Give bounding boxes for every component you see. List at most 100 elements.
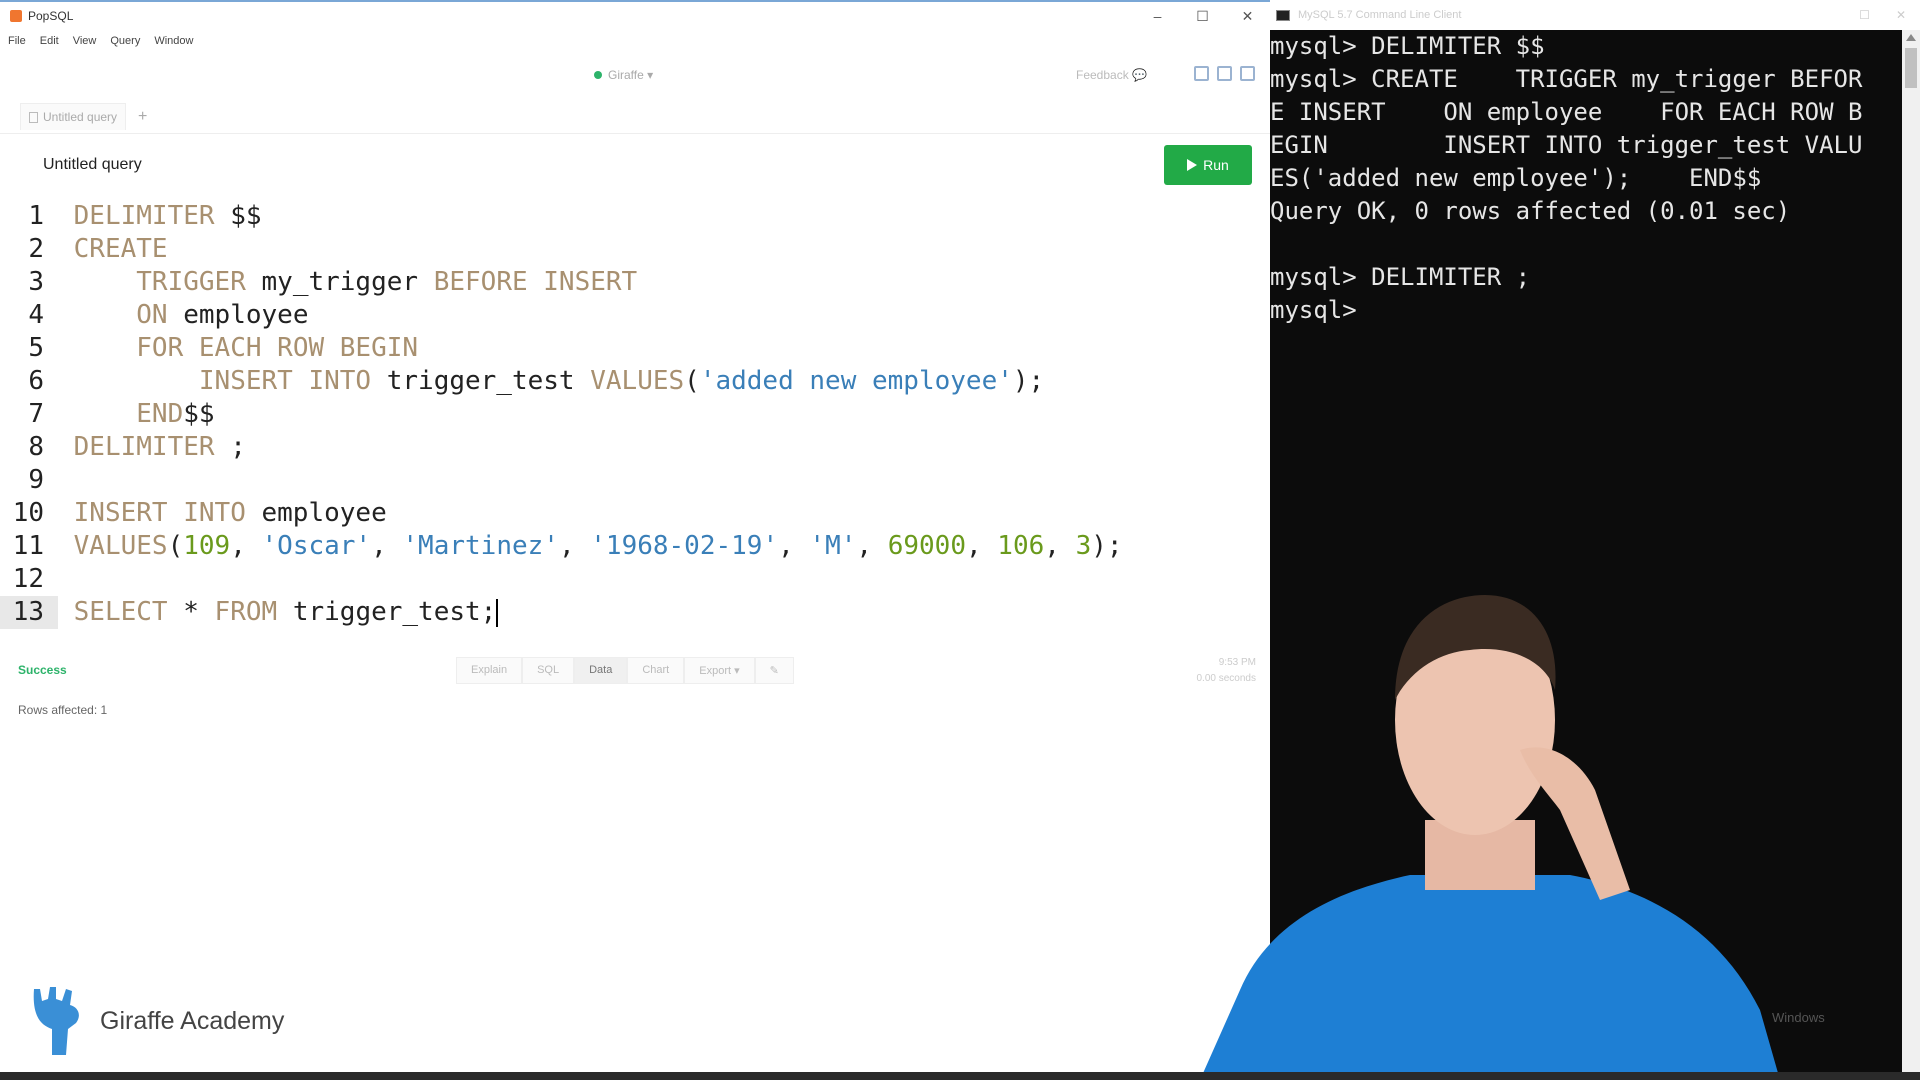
code-token: $$ xyxy=(183,399,215,429)
terminal-title: MySQL 5.7 Command Line Client xyxy=(1298,9,1462,21)
results-toolbar: Success Explain SQL Data Chart Export ▾ … xyxy=(0,655,1270,685)
code-token: $$ xyxy=(214,201,262,231)
code-token: VALUES xyxy=(73,531,168,561)
menu-query[interactable]: Query xyxy=(110,35,140,47)
code-line[interactable]: 4 ON employee xyxy=(0,299,1270,332)
text-cursor xyxy=(496,598,499,627)
code-token: ON xyxy=(136,300,168,330)
line-number: 4 xyxy=(28,300,44,330)
code-token: employee xyxy=(245,498,387,528)
code-token: ; xyxy=(214,432,246,462)
code-token: 'M' xyxy=(809,531,857,561)
layout-left-panel-icon[interactable] xyxy=(1194,66,1209,81)
connection-status-icon xyxy=(594,71,602,79)
terminal-line: mysql> CREATE TRIGGER my_trigger BEFOR xyxy=(1270,65,1863,93)
play-icon xyxy=(1187,159,1198,171)
code-line[interactable]: 9 xyxy=(0,464,1270,497)
code-token: 'Oscar' xyxy=(261,531,372,561)
code-token: my_trigger xyxy=(245,267,434,297)
scroll-up-icon[interactable] xyxy=(1906,34,1916,41)
query-title[interactable]: Untitled query xyxy=(43,156,142,174)
tab-export[interactable]: Export ▾ xyxy=(684,657,755,684)
line-number: 12 xyxy=(12,564,44,594)
terminal-line: mysql> DELIMITER ; xyxy=(1270,263,1531,291)
popsql-window: PopSQL – ☐ ✕ File Edit View Query Window… xyxy=(0,0,1270,1080)
feedback-button[interactable]: Feedback 💬 xyxy=(1076,68,1147,82)
line-number: 2 xyxy=(28,234,44,264)
connection-label: Giraffe ▾ xyxy=(608,68,654,82)
line-number: 11 xyxy=(12,531,44,561)
windows-watermark: Windows xyxy=(1772,1010,1825,1025)
code-line[interactable]: 13 SELECT * FROM trigger_test; xyxy=(0,596,1270,629)
code-token: , xyxy=(230,531,262,561)
layout-bottom-panel-icon[interactable] xyxy=(1217,66,1232,81)
menu-file[interactable]: File xyxy=(8,35,26,47)
code-token: FOR EACH ROW BEGIN xyxy=(136,333,419,363)
line-text: FOR EACH ROW BEGIN xyxy=(58,332,418,365)
code-token: 69000 xyxy=(887,531,966,561)
sql-editor[interactable]: 1 DELIMITER $$ 2 CREATE 3 TRIGGER my_trigg… xyxy=(0,200,1270,633)
terminal-line: E INSERT ON employee FOR EACH ROW B xyxy=(1270,98,1863,126)
menu-edit[interactable]: Edit xyxy=(40,35,59,47)
code-line[interactable]: 2 CREATE xyxy=(0,233,1270,266)
code-line[interactable]: 11 VALUES(109, 'Oscar', 'Martinez', '196… xyxy=(0,530,1270,563)
terminal-line: mysql> xyxy=(1270,296,1357,324)
menu-window[interactable]: Window xyxy=(154,35,193,47)
tab-sql[interactable]: SQL xyxy=(522,657,575,684)
titlebar: PopSQL – ☐ ✕ xyxy=(0,0,1270,30)
edit-icon[interactable]: ✎ xyxy=(754,657,794,684)
new-tab-button[interactable]: + xyxy=(138,108,147,126)
console-icon xyxy=(1276,9,1290,21)
tab-data[interactable]: Data xyxy=(574,657,628,684)
tab-untitled-query[interactable]: Untitled query xyxy=(20,103,127,130)
tab-chart[interactable]: Chart xyxy=(627,657,685,684)
brand-watermark: Giraffe Academy xyxy=(26,985,284,1057)
code-token: , xyxy=(856,531,888,561)
code-token: ( xyxy=(684,366,700,396)
code-line[interactable]: 8 DELIMITER ; xyxy=(0,431,1270,464)
line-text: ON employee xyxy=(58,299,308,332)
code-token: INSERT INTO xyxy=(198,366,372,396)
code-line[interactable]: 12 xyxy=(0,563,1270,596)
tab-label: Untitled query xyxy=(43,110,118,124)
terminal-scrollbar[interactable] xyxy=(1902,30,1920,1080)
code-line[interactable]: 7 END$$ xyxy=(0,398,1270,431)
code-line[interactable]: 3 TRIGGER my_trigger BEFORE INSERT xyxy=(0,266,1270,299)
minimize-icon[interactable]: – xyxy=(1135,2,1180,30)
connection-selector[interactable]: Giraffe ▾ xyxy=(594,68,653,82)
terminal-maximize-icon[interactable]: ☐ xyxy=(1859,8,1870,22)
feedback-label: Feedback xyxy=(1076,68,1129,82)
code-token: , xyxy=(778,531,810,561)
code-line[interactable]: 6 INSERT INTO trigger_test VALUES('added… xyxy=(0,365,1270,398)
terminal-close-icon[interactable]: ✕ xyxy=(1896,8,1906,22)
terminal-output[interactable]: mysql> DELIMITER $$ mysql> CREATE TRIGGER… xyxy=(1270,30,1890,327)
scroll-thumb[interactable] xyxy=(1905,48,1917,88)
line-number: 8 xyxy=(28,432,44,462)
code-line[interactable]: 5 FOR EACH ROW BEGIN xyxy=(0,332,1270,365)
run-button[interactable]: Run xyxy=(1164,145,1252,185)
popsql-logo-icon xyxy=(10,10,22,22)
code-token: trigger_test xyxy=(371,366,591,396)
line-number: 6 xyxy=(28,366,44,396)
code-token: CREATE xyxy=(73,234,168,264)
maximize-icon[interactable]: ☐ xyxy=(1180,2,1225,30)
menu-view[interactable]: View xyxy=(73,35,97,47)
code-token: 109 xyxy=(183,531,231,561)
code-line[interactable]: 10 INSERT INTO employee xyxy=(0,497,1270,530)
code-token: ); xyxy=(1012,366,1045,396)
document-icon xyxy=(29,111,38,123)
layout-right-panel-icon[interactable] xyxy=(1240,66,1255,81)
code-token: DELIMITER xyxy=(73,432,215,462)
result-view-tabs: Explain SQL Data Chart Export ▾ ✎ xyxy=(456,657,794,684)
close-icon[interactable]: ✕ xyxy=(1225,2,1270,30)
tab-explain[interactable]: Explain xyxy=(456,657,523,684)
code-line[interactable]: 1 DELIMITER $$ xyxy=(0,200,1270,233)
code-token: BEFORE INSERT xyxy=(433,267,638,297)
line-number: 9 xyxy=(28,465,44,495)
code-token: employee xyxy=(167,300,309,330)
line-text: DELIMITER $$ xyxy=(58,200,262,233)
line-text: DELIMITER ; xyxy=(58,431,246,464)
code-token: '1968-02-19' xyxy=(590,531,779,561)
